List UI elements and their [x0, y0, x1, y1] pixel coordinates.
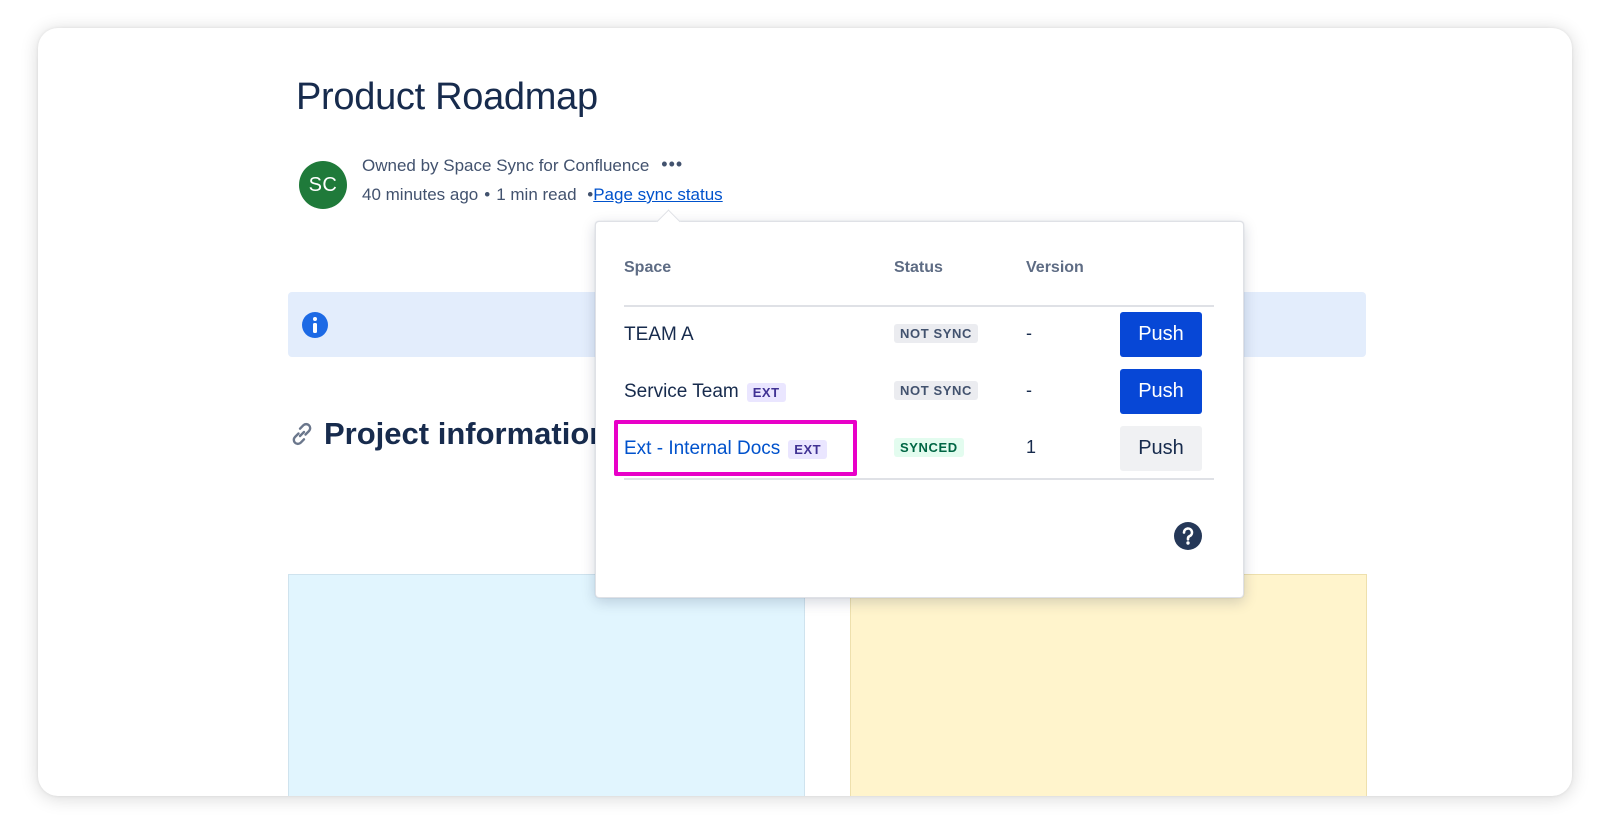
version-value: -	[1026, 323, 1032, 343]
space-name: TEAM A	[624, 310, 694, 360]
version-value: 1	[1026, 437, 1037, 457]
column-header-space: Space	[624, 259, 672, 276]
table-row: TEAM A NOT SYNC - Push	[596, 310, 1243, 360]
column-header-status: Status	[894, 259, 943, 276]
space-name: Service Team EXT	[624, 367, 786, 417]
more-icon[interactable]: •••	[661, 155, 683, 173]
column-header-version: Version	[1026, 259, 1084, 276]
page-frame: Product Roadmap SC Owned by Space Sync f…	[38, 28, 1572, 796]
avatar[interactable]: SC	[299, 161, 347, 209]
section-heading-text: Project information	[324, 416, 609, 451]
owner-text: Owned by Space Sync for Confluence	[362, 156, 650, 175]
section-heading: Project information	[288, 416, 608, 452]
table-row: Service Team EXT NOT SYNC - Push	[596, 367, 1243, 417]
page-title: Product Roadmap	[296, 76, 598, 118]
help-icon[interactable]	[1173, 521, 1203, 551]
footer-divider	[624, 478, 1214, 480]
link-icon[interactable]	[288, 420, 316, 448]
header-divider	[624, 305, 1214, 307]
content-panel-blue	[288, 574, 805, 796]
popup-arrow	[656, 209, 681, 234]
push-button[interactable]: Push	[1120, 312, 1202, 357]
push-button[interactable]: Push	[1120, 426, 1202, 471]
push-button[interactable]: Push	[1120, 369, 1202, 414]
ext-badge: EXT	[746, 382, 786, 402]
version-value: -	[1026, 380, 1032, 400]
time-ago: 40 minutes ago	[362, 185, 479, 204]
meta-separator: •	[484, 185, 491, 204]
space-name-text: Service Team	[624, 381, 739, 402]
byline-owner: Owned by Space Sync for Confluence •••	[362, 155, 683, 176]
sync-status-popup: Space Status Version TEAM A NOT SYNC - P…	[595, 209, 1244, 598]
content-panel-yellow	[850, 574, 1367, 796]
page-sync-status-link[interactable]: Page sync status	[593, 185, 722, 204]
status-badge: NOT SYNC	[894, 381, 978, 400]
status-badge: NOT SYNC	[894, 324, 978, 343]
byline-meta: 40 minutes ago • 1 min read •Page sync sta…	[362, 185, 723, 205]
info-icon	[302, 312, 328, 338]
highlight-annotation	[614, 420, 857, 476]
status-badge: SYNCED	[894, 438, 964, 457]
read-time: 1 min read	[496, 185, 577, 204]
space-name-text: TEAM A	[624, 324, 694, 345]
avatar-initials: SC	[308, 173, 338, 196]
